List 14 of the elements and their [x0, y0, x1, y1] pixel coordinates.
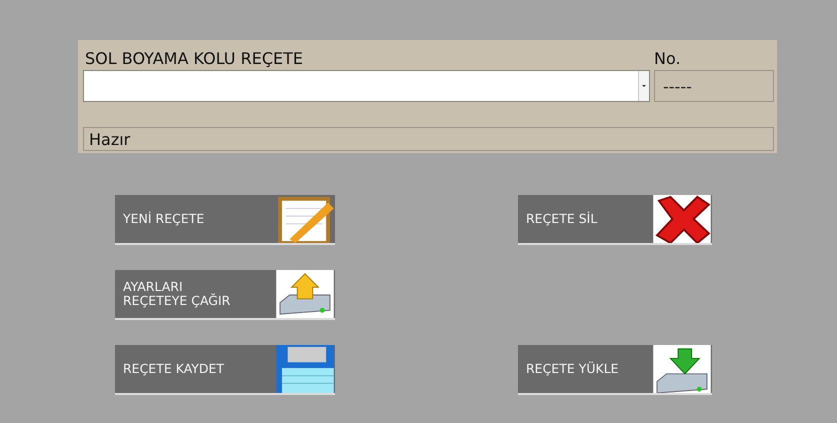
- panel-title: SOL BOYAMA KOLU REÇETE: [84, 49, 304, 68]
- recipe-button[interactable]: REÇETE YÜKLE: [518, 345, 712, 395]
- number-label: No.: [654, 49, 682, 68]
- recipe-button[interactable]: YENİ REÇETE: [115, 195, 335, 245]
- recipe-button[interactable]: AYARLARI REÇETEYE ÇAĞIR: [115, 270, 335, 320]
- notepad-pencil-icon: [275, 195, 335, 243]
- number-field: -----: [654, 70, 774, 102]
- drive-upload-icon: [275, 270, 335, 318]
- drive-download-icon: [652, 345, 712, 393]
- recipe-button[interactable]: REÇETE KAYDET: [115, 345, 335, 395]
- recipe-dropdown[interactable]: [83, 70, 650, 102]
- cross-icon: [652, 195, 712, 243]
- recipe-button[interactable]: REÇETE SİL: [518, 195, 712, 245]
- status-bar: Hazır: [83, 127, 774, 151]
